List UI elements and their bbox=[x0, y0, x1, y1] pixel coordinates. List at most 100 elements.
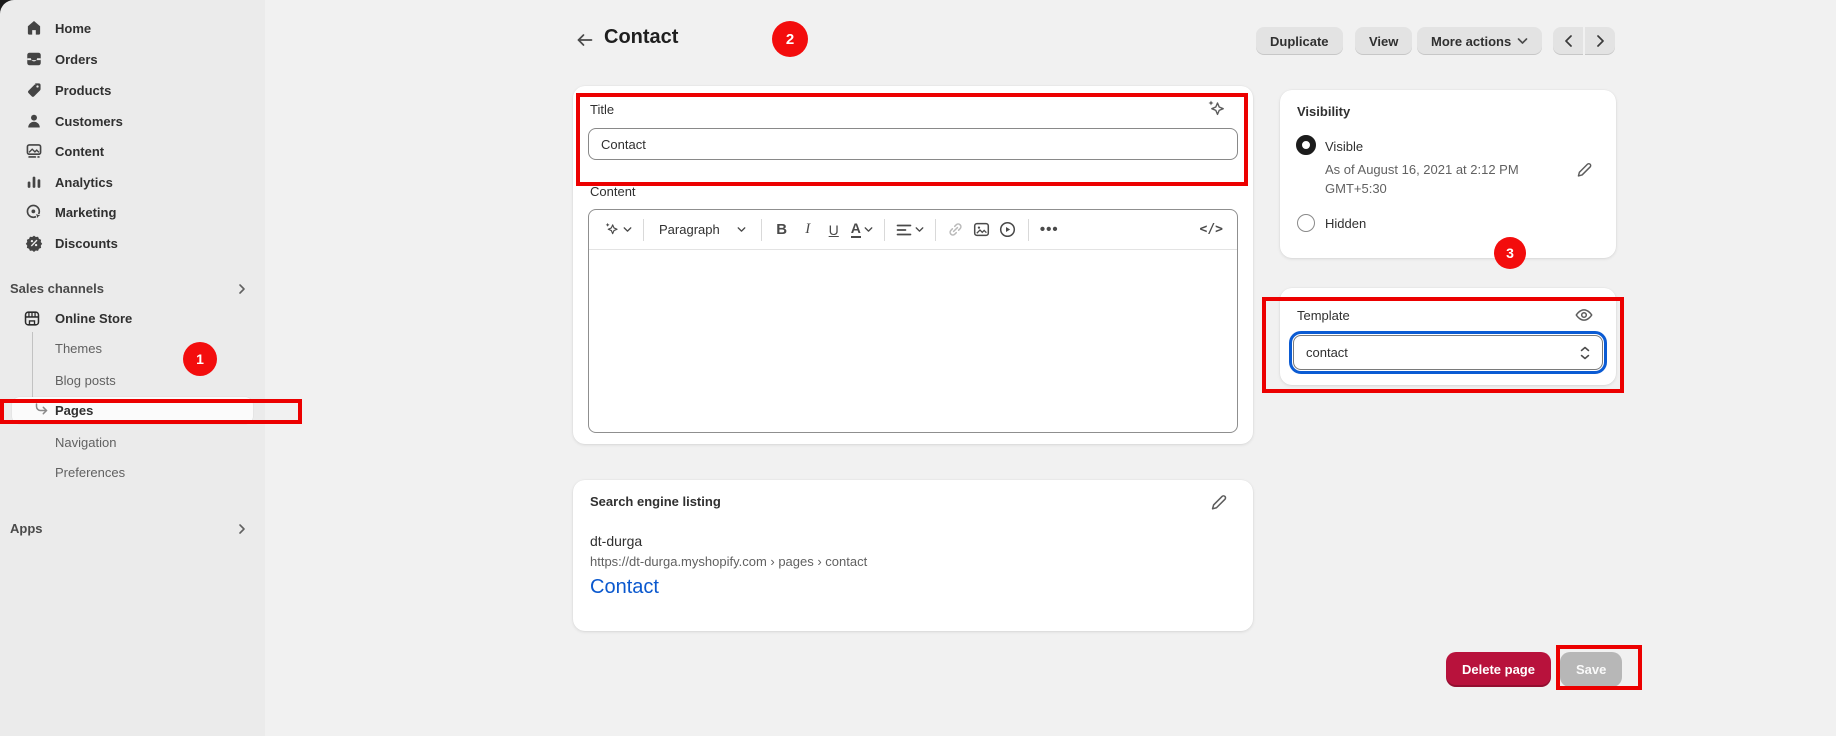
template-heading: Template bbox=[1297, 308, 1350, 323]
editor-content-area[interactable] bbox=[589, 250, 1237, 433]
sidebar-item-products[interactable]: Products bbox=[0, 75, 265, 105]
seo-page-link[interactable]: Contact bbox=[590, 576, 659, 599]
sidebar-item-navigation[interactable]: Navigation bbox=[0, 427, 265, 457]
analytics-icon bbox=[25, 173, 43, 191]
chevron-down-icon bbox=[915, 226, 924, 233]
sidebar-item-online-store[interactable]: Online Store bbox=[0, 303, 265, 333]
eye-icon[interactable] bbox=[1574, 305, 1594, 325]
pagination bbox=[1553, 27, 1615, 55]
more-options-button[interactable]: ••• bbox=[1036, 216, 1063, 244]
chevron-left-icon bbox=[1564, 35, 1573, 47]
back-arrow-icon bbox=[575, 30, 595, 50]
sidebar-item-label: Customers bbox=[55, 114, 123, 129]
customers-icon bbox=[25, 112, 43, 130]
ai-assist-button[interactable] bbox=[599, 216, 636, 244]
edit-pencil-icon[interactable] bbox=[1576, 160, 1594, 178]
sidebar-item-label: Products bbox=[55, 83, 111, 98]
select-stepper-icon bbox=[1580, 346, 1590, 360]
sidebar-item-label: Content bbox=[55, 144, 104, 159]
visible-radio[interactable] bbox=[1296, 135, 1316, 155]
template-card: Template contact bbox=[1280, 288, 1616, 385]
products-icon bbox=[25, 81, 43, 99]
page-details-card: Title Content Paragraph B I U A bbox=[573, 86, 1253, 444]
align-left-icon bbox=[896, 223, 912, 237]
more-actions-button[interactable]: More actions bbox=[1417, 27, 1542, 55]
orders-icon bbox=[25, 50, 43, 68]
annotation-badge-1: 1 bbox=[183, 342, 217, 376]
search-engine-listing-card: Search engine listing dt-durga https://d… bbox=[573, 480, 1253, 631]
sidebar-item-marketing[interactable]: Marketing bbox=[0, 197, 265, 227]
ai-sparkle-icon[interactable] bbox=[1205, 98, 1227, 120]
next-page-button[interactable] bbox=[1585, 27, 1615, 55]
text-color-button[interactable]: A bbox=[847, 216, 877, 244]
chevron-right-icon[interactable] bbox=[236, 283, 248, 295]
visible-label: Visible bbox=[1325, 139, 1363, 154]
sidebar-item-pages[interactable]: Pages bbox=[12, 397, 253, 424]
sidebar-item-home[interactable]: Home bbox=[0, 13, 265, 43]
annotation-badge-3: 3 bbox=[1494, 237, 1526, 269]
code-view-button[interactable]: </> bbox=[1196, 216, 1227, 244]
sidebar-item-preferences[interactable]: Preferences bbox=[0, 457, 265, 487]
marketing-icon bbox=[25, 203, 43, 221]
prev-page-button[interactable] bbox=[1553, 27, 1583, 55]
seo-card-heading: Search engine listing bbox=[590, 494, 721, 509]
sales-channels-header[interactable]: Sales channels bbox=[10, 281, 104, 296]
sidebar-item-label: Online Store bbox=[55, 311, 132, 326]
seo-url: https://dt-durga.myshopify.com › pages ›… bbox=[590, 554, 867, 569]
online-store-icon bbox=[23, 309, 41, 327]
content-field-label: Content bbox=[590, 184, 636, 199]
title-field-label: Title bbox=[590, 102, 614, 117]
edit-pencil-icon[interactable] bbox=[1210, 492, 1229, 511]
image-icon bbox=[973, 221, 990, 238]
sidebar-item-blog-posts[interactable]: Blog posts bbox=[0, 365, 265, 395]
ai-sparkle-icon bbox=[603, 221, 620, 238]
italic-button[interactable]: I bbox=[795, 216, 821, 244]
toolbar-separator bbox=[1028, 219, 1029, 241]
toolbar-separator bbox=[935, 219, 936, 241]
chevron-down-icon bbox=[864, 226, 873, 233]
sidebar-item-orders[interactable]: Orders bbox=[0, 44, 265, 74]
sidebar-item-discounts[interactable]: Discounts bbox=[0, 228, 265, 258]
bold-button[interactable]: B bbox=[769, 216, 795, 244]
sidebar-item-analytics[interactable]: Analytics bbox=[0, 167, 265, 197]
sidebar-item-label: Analytics bbox=[55, 175, 113, 190]
template-select[interactable]: contact bbox=[1293, 335, 1603, 370]
chevron-down-icon bbox=[737, 226, 746, 233]
sidebar-item-label: Orders bbox=[55, 52, 98, 67]
chevron-down-icon bbox=[1517, 37, 1528, 45]
rich-text-editor: Paragraph B I U A bbox=[588, 209, 1238, 433]
editor-toolbar: Paragraph B I U A bbox=[589, 210, 1237, 250]
alignment-button[interactable] bbox=[892, 216, 928, 244]
page-title: Contact bbox=[604, 26, 678, 49]
insert-link-button[interactable] bbox=[943, 216, 969, 244]
save-button[interactable]: Save bbox=[1560, 652, 1622, 687]
hidden-radio[interactable] bbox=[1297, 214, 1315, 232]
template-select-value: contact bbox=[1306, 345, 1348, 360]
apps-header[interactable]: Apps bbox=[10, 521, 43, 536]
insert-video-button[interactable] bbox=[995, 216, 1021, 244]
toolbar-separator bbox=[643, 219, 644, 241]
duplicate-button[interactable]: Duplicate bbox=[1256, 27, 1343, 55]
underline-button[interactable]: U bbox=[821, 216, 847, 244]
sidebar-item-content[interactable]: Content bbox=[0, 136, 265, 166]
title-input[interactable] bbox=[588, 128, 1238, 160]
content-icon bbox=[25, 142, 43, 160]
sidebar-item-themes[interactable]: Themes bbox=[0, 333, 265, 363]
chevron-down-icon bbox=[623, 226, 632, 233]
paragraph-style-dropdown[interactable]: Paragraph bbox=[651, 216, 754, 244]
link-icon bbox=[947, 221, 964, 238]
delete-page-button[interactable]: Delete page bbox=[1446, 652, 1551, 687]
seo-site-name: dt-durga bbox=[590, 533, 642, 549]
view-button[interactable]: View bbox=[1355, 27, 1412, 55]
visibility-heading: Visibility bbox=[1297, 104, 1350, 119]
sidebar-item-customers[interactable]: Customers bbox=[0, 106, 265, 136]
tree-arrow-icon bbox=[34, 403, 49, 418]
discounts-icon bbox=[25, 234, 43, 252]
chevron-right-icon bbox=[1596, 35, 1605, 47]
back-button[interactable] bbox=[573, 28, 597, 52]
chevron-right-icon[interactable] bbox=[236, 523, 248, 535]
toolbar-separator bbox=[761, 219, 762, 241]
insert-image-button[interactable] bbox=[969, 216, 995, 244]
annotation-badge-2: 2 bbox=[772, 21, 808, 57]
sidebar: Home Orders Products Customers Content A… bbox=[0, 0, 265, 736]
